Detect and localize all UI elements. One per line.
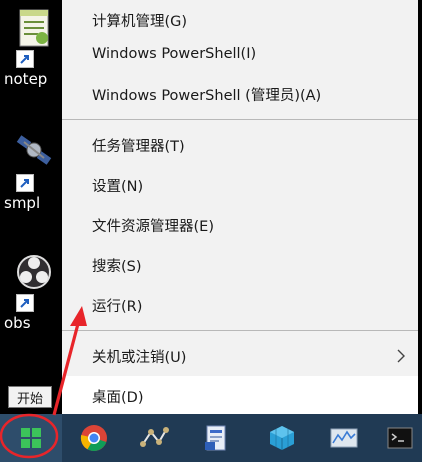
taskbar-network-app[interactable] [128, 414, 180, 462]
menu-item-label: 搜索(S) [92, 258, 142, 275]
taskbar-chrome[interactable] [68, 414, 120, 462]
menu-item-label: 计算机管理(G) [92, 13, 188, 30]
network-app-icon [140, 427, 169, 447]
menu-item-label: Windows PowerShell (管理员)(A) [92, 87, 322, 104]
tooltip-text: 开始 [16, 391, 43, 407]
windows-start-icon [21, 428, 41, 448]
taskbar-document-app[interactable] [190, 414, 242, 462]
menu-item-powershell[interactable]: Windows PowerShell(I) [62, 34, 418, 74]
terminal-icon [387, 427, 413, 449]
cube-app-icon [270, 426, 294, 450]
taskbar-chart-app[interactable] [318, 414, 370, 462]
menu-item-task-manager[interactable]: 任务管理器(T) [62, 125, 418, 165]
menu-item-label: 桌面(D) [92, 389, 144, 406]
notepad-plus-icon [16, 8, 52, 48]
chevron-right-icon [397, 349, 405, 363]
taskbar-terminal[interactable] [378, 414, 422, 462]
menu-item-file-explorer[interactable]: 文件资源管理器(E) [62, 205, 418, 245]
menu-item-search[interactable]: 搜索(S) [62, 245, 418, 285]
winx-context-menu: 计算机管理(G) Windows PowerShell(I) Windows P… [62, 0, 418, 416]
document-app-icon [205, 425, 226, 451]
menu-item-label: 文件资源管理器(E) [92, 218, 214, 235]
menu-item-label: 关机或注销(U) [92, 349, 187, 366]
desktop-icon-label: obs [4, 314, 31, 332]
menu-item-label: 任务管理器(T) [92, 138, 185, 155]
obs-icon [16, 252, 52, 292]
menu-separator [62, 119, 418, 120]
desktop-icon-label: notep [4, 70, 48, 88]
desktop-icon-label: smpl [4, 194, 41, 212]
shortcut-arrow-icon [16, 294, 34, 312]
menu-item-powershell-admin[interactable]: Windows PowerShell (管理员)(A) [62, 74, 418, 114]
satellite-icon [16, 132, 52, 172]
menu-item-label: 运行(R) [92, 298, 143, 315]
menu-item-label: 设置(N) [92, 178, 144, 195]
menu-separator [62, 330, 418, 331]
menu-item-label: Windows PowerShell(I) [92, 46, 257, 62]
start-button[interactable] [0, 414, 62, 462]
menu-item-desktop[interactable]: 桌面(D) [62, 376, 418, 416]
menu-item-run[interactable]: 运行(R) [62, 285, 418, 325]
taskbar [0, 414, 422, 462]
chrome-icon [80, 425, 107, 452]
shortcut-arrow-icon [16, 174, 34, 192]
desktop-icon-notepad[interactable]: notep [2, 4, 60, 90]
menu-item-settings[interactable]: 设置(N) [62, 165, 418, 205]
chart-app-icon [330, 428, 358, 448]
taskbar-cube-app[interactable] [256, 414, 308, 462]
start-tooltip: 开始 [8, 386, 52, 408]
shortcut-arrow-icon [16, 50, 34, 68]
menu-item-shutdown-signout[interactable]: 关机或注销(U) [62, 336, 418, 376]
desktop-icon-smpl[interactable]: smpl [2, 128, 60, 214]
desktop-icon-obs[interactable]: obs [2, 248, 60, 334]
